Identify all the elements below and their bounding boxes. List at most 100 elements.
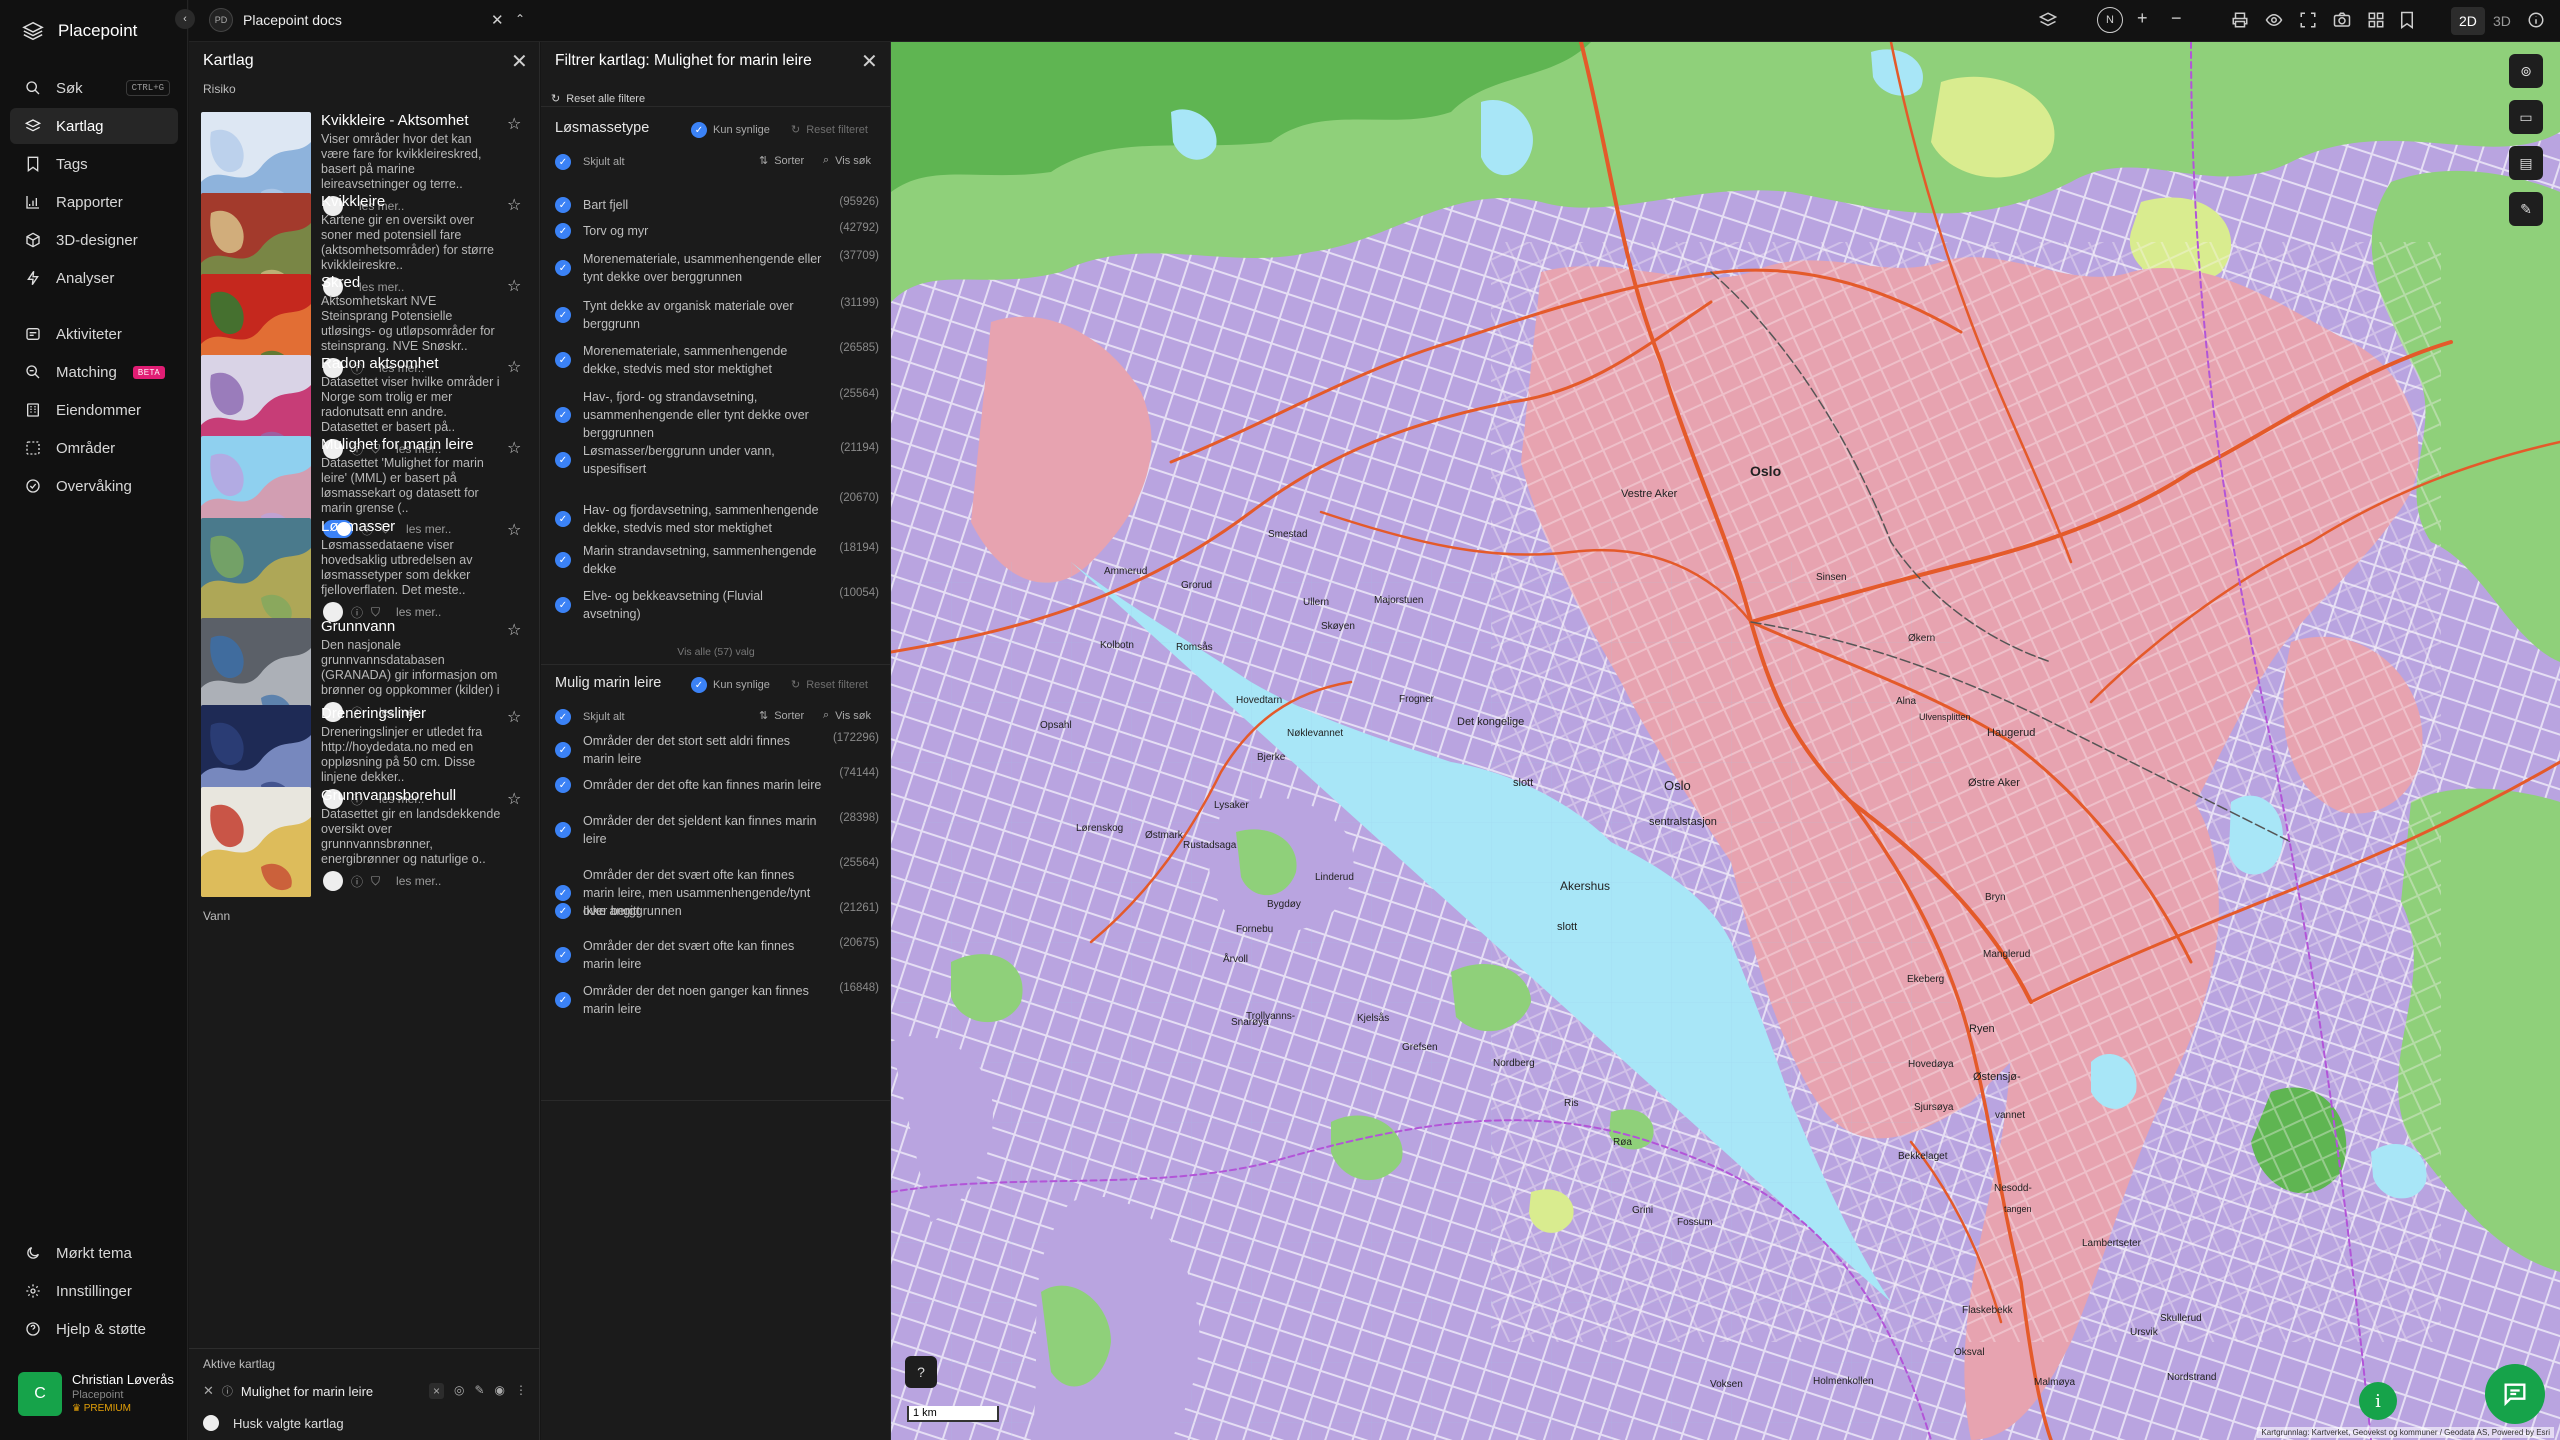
map-view[interactable]: Oslo Oslo sentralstasjon Akershus slott slott… <box>891 42 2560 1440</box>
read-more-link[interactable]: les mer.. <box>396 605 441 619</box>
checkbox-checked-icon[interactable]: ✓ <box>555 307 571 323</box>
filter-option[interactable]: ✓ Løsmasser/berggrunn under vann, uspesi… <box>555 442 879 478</box>
filter-option[interactable]: ✓ Områder der det noen ganger kan finnes… <box>555 982 879 1018</box>
edit-icon[interactable]: ✎ <box>474 1383 484 1399</box>
fullscreen-icon[interactable] <box>2299 11 2317 33</box>
zoom-in-icon[interactable]: + <box>2137 8 2148 29</box>
print-icon[interactable] <box>2231 11 2249 33</box>
nav-item-matching[interactable]: Matching BETA <box>10 354 178 390</box>
hide-all-toggle[interactable]: ✓ Skjult alt <box>555 154 625 170</box>
nav-item-analyses[interactable]: Analyser <box>10 260 178 296</box>
zoom-out-icon[interactable]: − <box>2171 8 2182 29</box>
close-icon[interactable]: ✕ <box>511 52 528 72</box>
reset-filter-button[interactable]: ↻ Reset filteret <box>791 678 868 692</box>
nav-item-reports[interactable]: Rapporter <box>10 184 178 220</box>
reset-filter-button[interactable]: ↻ Reset filteret <box>791 123 868 137</box>
filter-option[interactable]: ✓ Ikke angitt (21261) <box>555 902 879 920</box>
star-icon[interactable]: ☆ <box>507 357 521 377</box>
layer-card[interactable]: Løsmasser Løsmassedataene viser hovedsak… <box>201 518 529 634</box>
close-icon[interactable]: ✕ <box>861 52 878 72</box>
compass-icon[interactable]: N <box>2097 7 2123 33</box>
checkbox-checked-icon[interactable]: ✓ <box>555 197 571 213</box>
filter-option[interactable]: ✓ Tynt dekke av organisk materiale over … <box>555 297 879 333</box>
info-fab-icon[interactable]: i <box>2359 1382 2397 1420</box>
sort-button[interactable]: ⇅ Sorter <box>759 709 804 723</box>
checkbox-checked-icon[interactable]: ✓ <box>555 352 571 368</box>
map-canvas[interactable]: Oslo Oslo sentralstasjon Akershus slott slott… <box>891 42 2560 1440</box>
filter-option[interactable]: ✓ Marin strandavsetning, sammenhengende … <box>555 542 879 578</box>
filter-option[interactable]: ✓ Områder der det sjeldent kan finnes ma… <box>555 812 879 848</box>
filter-option[interactable]: ✓ Hav-, fjord- og strandavsetning, usamm… <box>555 388 879 442</box>
layers-stack-icon[interactable] <box>2038 11 2058 33</box>
hide-all-toggle[interactable]: ✓ Skjult alt <box>555 709 625 725</box>
map-tool-chart-icon[interactable]: ▤ <box>2509 146 2543 180</box>
info-icon[interactable] <box>2527 11 2545 33</box>
nav-item-dark-theme[interactable]: Mørkt tema <box>10 1235 178 1271</box>
filter-option[interactable]: ✓ Hav- og fjordavsetning, sammenhengende… <box>555 492 879 546</box>
collapse-panel-button[interactable]: ‹ <box>175 9 195 29</box>
nav-item-settings[interactable]: Innstillinger <box>10 1273 178 1309</box>
bookmark-map-icon[interactable] <box>2399 11 2415 33</box>
checkbox-checked-icon[interactable]: ✓ <box>555 947 571 963</box>
checkbox-checked-icon[interactable]: ✓ <box>555 511 571 527</box>
close-workspace-icon[interactable]: ✕ <box>491 11 504 29</box>
nav-item-help[interactable]: Hjelp & støtte <box>10 1311 178 1347</box>
filter-icon[interactable]: ◎ <box>454 1383 464 1399</box>
star-icon[interactable]: ☆ <box>507 620 521 640</box>
checkbox-checked-icon[interactable]: ✓ <box>555 903 571 919</box>
map-tool-draw-icon[interactable]: ✎ <box>2509 192 2543 226</box>
filter-option[interactable]: ✓ Områder der det stort sett aldri finne… <box>555 732 879 768</box>
checkbox-checked-icon[interactable]: ✓ <box>555 777 571 793</box>
brand[interactable]: Placepoint <box>22 20 137 42</box>
chat-fab[interactable] <box>2485 1364 2545 1424</box>
remember-toggle[interactable] <box>203 1415 219 1431</box>
filter-option[interactable]: ✓ Torv og myr (42792) <box>555 222 879 240</box>
filter-option[interactable]: ✓ Elve- og bekkeavsetning (Fluvial avset… <box>555 587 879 623</box>
workspace-selector[interactable]: PD Placepoint docs <box>209 8 342 32</box>
star-icon[interactable]: ☆ <box>507 789 521 809</box>
layer-card[interactable]: Grunnvannsborehull Datasettet gir en lan… <box>201 787 529 903</box>
checkbox-checked-icon[interactable]: ✓ <box>555 452 571 468</box>
view-2d-button[interactable]: 2D <box>2451 7 2485 35</box>
only-visible-toggle[interactable]: ✓ Kun synlige <box>691 122 770 138</box>
checkbox-checked-icon[interactable]: ✓ <box>555 822 571 838</box>
checkbox-checked-icon[interactable]: ✓ <box>555 597 571 613</box>
visibility-icon[interactable]: ◉ <box>495 1383 505 1399</box>
remember-layers-row[interactable]: Husk valgte kartlag <box>203 1415 344 1431</box>
chevron-updown-icon[interactable]: ⌃ <box>515 12 525 26</box>
checkbox-checked-icon[interactable]: ✓ <box>555 885 571 901</box>
map-tool-measure-icon[interactable]: ▭ <box>2509 100 2543 134</box>
read-more-link[interactable]: les mer.. <box>396 874 441 888</box>
checkbox-checked-icon[interactable]: ✓ <box>555 223 571 239</box>
checkbox-checked-icon[interactable]: ✓ <box>555 260 571 276</box>
more-icon[interactable]: ⋮ <box>515 1383 527 1399</box>
map-tool-lasso-icon[interactable]: ⊚ <box>2509 54 2543 88</box>
filter-option[interactable]: ✓ Områder der det svært ofte kan finnes … <box>555 937 879 973</box>
checkbox-checked-icon[interactable]: ✓ <box>555 407 571 423</box>
filter-option[interactable]: ✓ Morenemateriale, usammenhengende eller… <box>555 250 879 286</box>
reset-all-button[interactable]: ↻ Reset alle filtere <box>551 92 645 106</box>
star-icon[interactable]: ☆ <box>507 195 521 215</box>
star-icon[interactable]: ☆ <box>507 114 521 134</box>
info-icon[interactable]: ⓘ <box>351 873 363 890</box>
remove-icon[interactable]: ✕ <box>203 1383 214 1399</box>
nav-item-properties[interactable]: Eiendommer <box>10 392 178 428</box>
filter-option[interactable]: ✓ Bart fjell (95926) <box>555 196 879 214</box>
nav-item-tags[interactable]: Tags <box>10 146 178 182</box>
star-icon[interactable]: ☆ <box>507 438 521 458</box>
nav-item-areas[interactable]: Områder <box>10 430 178 466</box>
map-help-icon[interactable]: ? <box>905 1356 937 1388</box>
nav-item-monitoring[interactable]: Overvåking <box>10 468 178 504</box>
user-profile[interactable]: C Christian Løverås Placepoint ♛ PREMIUM <box>18 1372 174 1416</box>
eye-icon[interactable] <box>2265 11 2283 33</box>
nav-item-activities[interactable]: Aktiviteter <box>10 316 178 352</box>
layer-toggle[interactable] <box>323 871 343 891</box>
filter-option[interactable]: ✓ Områder der det ofte kan finnes marin … <box>555 767 879 803</box>
checkbox-checked-icon[interactable]: ✓ <box>555 552 571 568</box>
show-search-button[interactable]: ⌕ Vis søk <box>823 709 871 722</box>
view-3d-button[interactable]: 3D <box>2485 7 2519 35</box>
active-layer-row[interactable]: ✕ ⓘ Mulighet for marin leire × ◎ ✎ ◉ ⋮ <box>203 1379 527 1403</box>
show-all-options-link[interactable]: Vis alle (57) valg <box>541 646 891 658</box>
grid-icon[interactable] <box>2367 11 2385 33</box>
opacity-icon[interactable]: × <box>428 1383 444 1399</box>
